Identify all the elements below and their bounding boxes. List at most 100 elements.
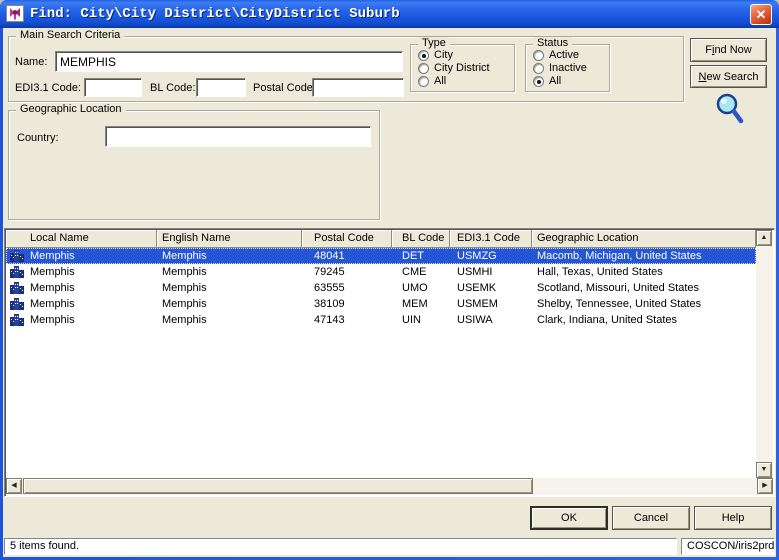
cell-english-name: Memphis	[162, 250, 207, 262]
cell-english-name: Memphis	[162, 282, 207, 294]
cell-local-name: Memphis	[30, 282, 75, 294]
find-dialog-window: Find: City\City District\CityDistrict Su…	[0, 0, 779, 560]
cell-geographic-location: Hall, Texas, United States	[537, 266, 663, 278]
cancel-button[interactable]: Cancel	[612, 506, 690, 530]
radio-unselected-icon	[533, 62, 544, 74]
table-row[interactable]: Memphis Memphis 38109 MEM USMEM Shelby, …	[6, 296, 756, 312]
radio-unselected-icon	[418, 75, 429, 87]
column-header-bl-code[interactable]: BL Code	[392, 230, 450, 248]
country-input[interactable]	[105, 126, 371, 147]
vertical-scrollbar[interactable]: ▲ ▼	[756, 230, 773, 478]
new-search-button[interactable]: New Search	[690, 65, 767, 88]
cell-bl-code: MEM	[402, 298, 428, 310]
cell-geographic-location: Scotland, Missouri, United States	[537, 282, 700, 294]
status-group-label: Status	[533, 37, 573, 49]
scroll-down-icon[interactable]: ▼	[756, 462, 772, 478]
window-title: Find: City\City District\CityDistrict Su…	[30, 6, 400, 22]
cell-edi31-code: USMZG	[457, 250, 497, 262]
table-row[interactable]: Memphis Memphis 48041 DET USMZG Macomb, …	[6, 248, 756, 264]
city-buildings-icon	[10, 250, 24, 262]
cell-postal-code: 47143	[314, 314, 345, 326]
edi31-code-input[interactable]	[84, 78, 142, 97]
radio-status-inactive[interactable]: Inactive	[533, 62, 587, 74]
bl-code-input[interactable]	[196, 78, 246, 97]
results-rows: Memphis Memphis 48041 DET USMZG Macomb, …	[6, 248, 756, 478]
cell-geographic-location: Macomb, Michigan, United States	[537, 250, 702, 262]
cell-english-name: Memphis	[162, 314, 207, 326]
dialog-client-area: Main Search Criteria Name: EDI3.1 Code: …	[3, 28, 776, 557]
scroll-up-icon[interactable]: ▲	[756, 230, 772, 246]
status-message: 5 items found.	[4, 538, 677, 555]
geographic-location-label: Geographic Location	[16, 103, 126, 115]
table-row[interactable]: Memphis Memphis 47143 UIN USIWA Clark, I…	[6, 312, 756, 328]
table-row[interactable]: Memphis Memphis 79245 CME USMHI Hall, Te…	[6, 264, 756, 280]
cell-edi31-code: USMHI	[457, 266, 493, 278]
ok-button[interactable]: OK	[530, 506, 608, 530]
radio-unselected-icon	[418, 62, 429, 74]
column-header-edi31-code[interactable]: EDI3.1 Code	[450, 230, 532, 248]
radio-status-active[interactable]: Active	[533, 49, 579, 61]
cell-geographic-location: Shelby, Tennessee, United States	[537, 298, 702, 310]
title-bar[interactable]: Find: City\City District\CityDistrict Su…	[0, 0, 779, 28]
status-bar: 5 items found. COSCON/iris2prd	[3, 534, 776, 557]
cell-bl-code: DET	[402, 250, 424, 262]
table-row[interactable]: Memphis Memphis 63555 UMO USEMK Scotland…	[6, 280, 756, 296]
cell-edi31-code: USIWA	[457, 314, 493, 326]
results-header-row: Local Name English Name Postal Code BL C…	[6, 230, 756, 248]
city-buildings-icon	[10, 266, 24, 278]
radio-type-city[interactable]: City	[418, 49, 453, 61]
cell-bl-code: CME	[402, 266, 427, 278]
new-search-label-post: ew Search	[706, 70, 759, 83]
radio-status-all-label: All	[549, 75, 562, 87]
column-header-geographic-location[interactable]: Geographic Location	[532, 230, 756, 248]
radio-type-city-district-label: City District	[434, 62, 490, 74]
cell-edi31-code: USEMK	[457, 282, 497, 294]
horizontal-scrollbar[interactable]: ◀ ▶	[6, 478, 773, 495]
cell-local-name: Memphis	[30, 250, 75, 262]
radio-status-inactive-label: Inactive	[549, 62, 587, 74]
status-connection: COSCON/iris2prd	[681, 538, 775, 555]
horizontal-scrollbar-thumb[interactable]	[23, 478, 533, 494]
scroll-left-icon[interactable]: ◀	[6, 478, 22, 494]
results-listview-inner: Local Name English Name Postal Code BL C…	[6, 230, 773, 495]
column-header-english-name[interactable]: English Name	[157, 230, 302, 248]
scroll-right-icon[interactable]: ▶	[757, 478, 773, 494]
close-button[interactable]: ✕	[750, 4, 772, 25]
city-buildings-icon	[10, 298, 24, 310]
column-header-postal-code[interactable]: Postal Code	[302, 230, 392, 248]
main-search-criteria-label: Main Search Criteria	[16, 29, 125, 41]
radio-type-all-label: All	[434, 75, 447, 87]
postal-code-input[interactable]	[312, 78, 404, 97]
radio-type-all[interactable]: All	[418, 75, 446, 87]
country-label: Country:	[17, 132, 59, 144]
radio-status-active-label: Active	[549, 49, 579, 61]
help-button[interactable]: Help	[694, 506, 772, 530]
cell-edi31-code: USMEM	[457, 298, 498, 310]
type-group-label: Type	[418, 37, 450, 49]
cell-english-name: Memphis	[162, 298, 207, 310]
radio-selected-icon	[418, 49, 429, 61]
cell-english-name: Memphis	[162, 266, 207, 278]
cell-postal-code: 63555	[314, 282, 345, 294]
type-group: Type City City District All	[410, 37, 515, 92]
radio-type-city-district[interactable]: City District	[418, 62, 490, 74]
radio-unselected-icon	[533, 49, 544, 61]
column-header-local-name[interactable]: Local Name	[6, 230, 157, 248]
status-group: Status Active Inactive All	[525, 37, 610, 92]
cell-geographic-location: Clark, Indiana, United States	[537, 314, 678, 326]
find-now-button[interactable]: Find Now	[690, 38, 767, 62]
cell-bl-code: UMO	[402, 282, 428, 294]
cell-postal-code: 38109	[314, 298, 345, 310]
cell-local-name: Memphis	[30, 298, 75, 310]
cell-local-name: Memphis	[30, 266, 75, 278]
radio-status-all[interactable]: All	[533, 75, 561, 87]
results-listview: Local Name English Name Postal Code BL C…	[4, 228, 775, 497]
radio-type-city-label: City	[434, 49, 453, 61]
radio-selected-icon	[533, 75, 544, 87]
find-now-label-pre: F	[705, 44, 712, 56]
cell-local-name: Memphis	[30, 314, 75, 326]
city-buildings-icon	[10, 314, 24, 326]
name-input[interactable]	[55, 51, 403, 72]
city-buildings-icon	[10, 282, 24, 294]
postal-code-label: Postal Code:	[253, 82, 316, 94]
